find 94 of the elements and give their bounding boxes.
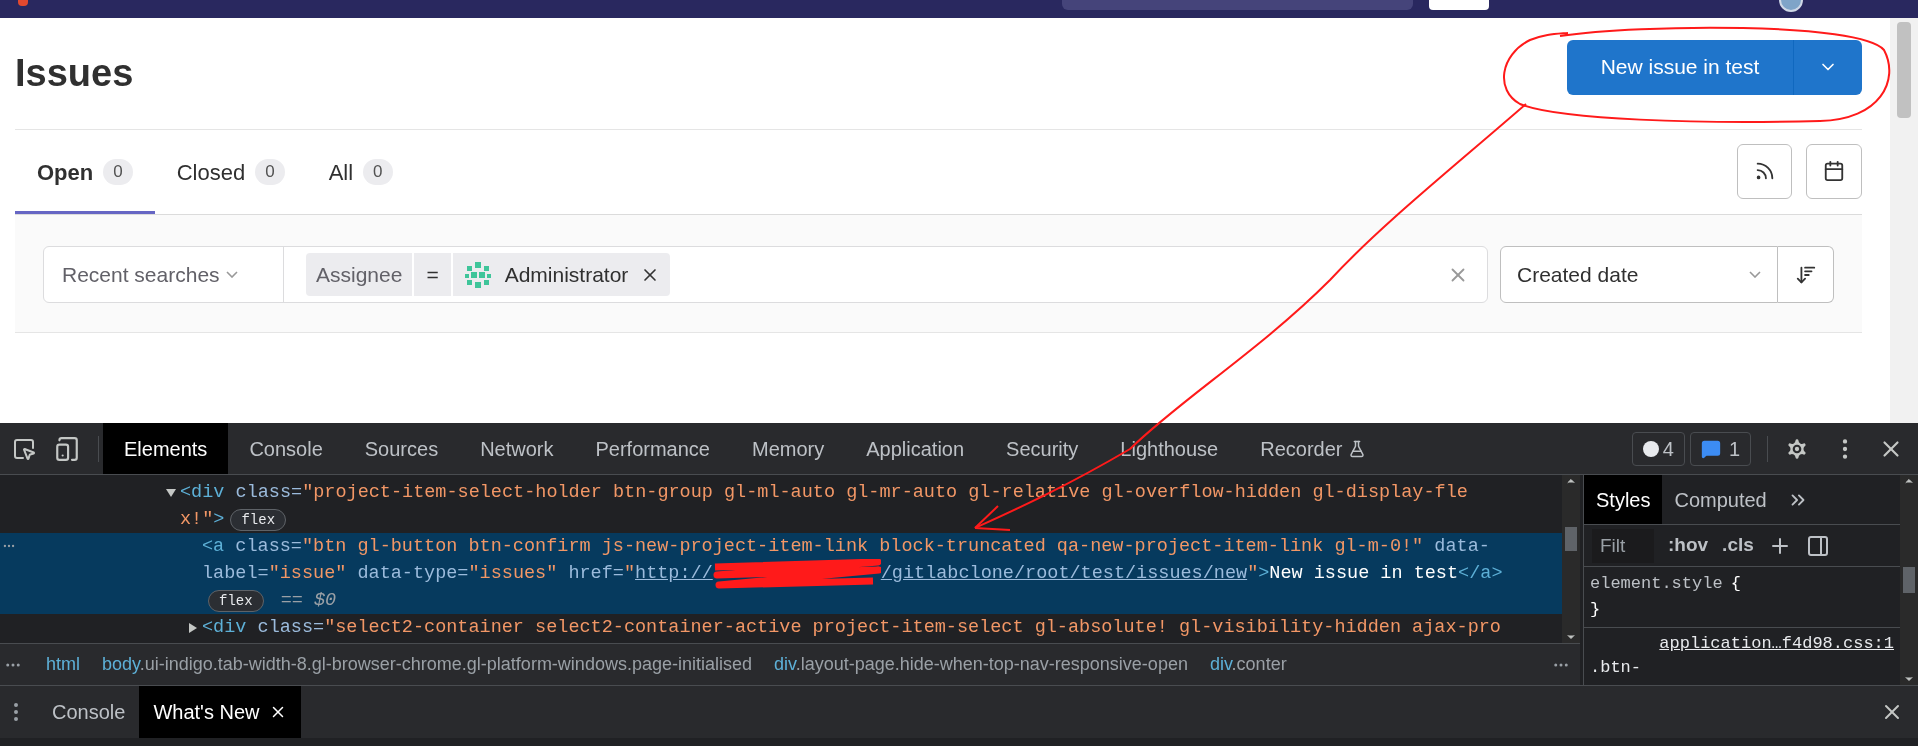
html-tag: <div xyxy=(202,613,247,642)
token-name[interactable]: Assignee xyxy=(306,253,413,296)
issues-tab[interactable]: Closed 0 xyxy=(154,130,307,214)
page-title: Issues xyxy=(15,51,134,96)
url-link[interactable]: http:// xyxy=(635,559,713,588)
devtools-tab[interactable]: Memory xyxy=(731,423,846,474)
attribute-value: "select2-container select2-container-active project-item-select gl-absolute! gl-visibility-hidden ajax-pro xyxy=(324,615,1501,640)
scrollbar-thumb[interactable] xyxy=(1565,527,1577,551)
rule-brace: } xyxy=(1590,599,1602,621)
styles-filter-field[interactable]: Filt xyxy=(1592,528,1654,563)
styles-tab[interactable]: Computed xyxy=(1662,475,1779,524)
html-tag: <div xyxy=(180,478,225,507)
calendar-button[interactable] xyxy=(1806,143,1862,199)
url-link[interactable]: /gitlabclone/root/test/issues/new xyxy=(880,559,1248,588)
caret-down-icon[interactable] xyxy=(165,486,177,499)
issues-counter[interactable]: 4 xyxy=(1631,431,1685,466)
attribute-value: " xyxy=(623,561,636,586)
scrollbar-thumb[interactable] xyxy=(1903,567,1915,593)
devtools-tab[interactable]: Security xyxy=(985,423,1100,474)
attribute-name: class= xyxy=(234,480,303,505)
html-tag: > xyxy=(1258,559,1270,588)
toggle-button[interactable]: :hov xyxy=(1668,531,1709,560)
attribute-value: "btn gl-button btn-confirm js-new-project-item-link block-truncated qa-new-project-item-link gl-m-0!" xyxy=(301,534,1424,559)
breadcrumb[interactable]: body.ui-indigo.tab-width-8.gl-browser-chrome.gl-platform-windows.page-initialised xyxy=(102,651,752,678)
chevron-down-icon xyxy=(225,271,238,278)
attribute-name: href= xyxy=(567,561,624,586)
flask-icon xyxy=(1348,439,1367,458)
recent-searches-dropdown[interactable]: Recent searches xyxy=(44,247,284,302)
attribute-name: data-type= xyxy=(356,561,469,586)
flex-badge[interactable]: flex xyxy=(230,508,287,531)
attribute-name: class= xyxy=(234,534,302,559)
devtools-tab[interactable]: Console xyxy=(228,423,344,474)
html-tag: > xyxy=(213,505,225,534)
message-icon xyxy=(1700,438,1721,459)
new-issue-dropdown-button[interactable] xyxy=(1793,39,1862,95)
avatar-icon xyxy=(462,259,493,290)
element-text: New issue in test xyxy=(1269,561,1459,586)
html-tag: <a xyxy=(202,532,225,561)
styles-tab[interactable]: Styles xyxy=(1584,475,1663,524)
tab-label: Open xyxy=(37,158,94,187)
stylesheet-link[interactable]: application…f4d98.css:1 xyxy=(1659,632,1894,656)
attribute-value: " xyxy=(1247,561,1259,586)
issues-tab[interactable]: All 0 xyxy=(306,130,415,214)
rule-brace: { xyxy=(1730,573,1741,595)
devtools-tab[interactable]: Network xyxy=(459,423,575,474)
devtools-tab[interactable]: Elements xyxy=(103,423,229,474)
code-scrollbar[interactable] xyxy=(1562,475,1580,643)
count-badge: 0 xyxy=(103,159,133,185)
nav-search-field[interactable] xyxy=(1062,0,1413,10)
inspect-icon[interactable] xyxy=(12,436,36,461)
scrollbar-thumb[interactable] xyxy=(1897,22,1911,118)
new-issue-button[interactable]: New issue in test xyxy=(1567,39,1793,95)
logo-icon[interactable] xyxy=(18,0,28,6)
caret-right-icon[interactable] xyxy=(187,621,199,634)
attribute-value: "issues" xyxy=(468,561,558,586)
breadcrumb[interactable]: html xyxy=(46,651,80,678)
devtools-tab[interactable]: Sources xyxy=(343,423,460,474)
token-operator[interactable]: = xyxy=(414,253,451,296)
rule-selector: .btn- xyxy=(1590,657,1642,679)
drawer-tab[interactable]: What's New xyxy=(139,686,302,738)
attribute-name: data- xyxy=(1433,534,1490,559)
device-toolbar-icon[interactable] xyxy=(54,435,80,462)
token-value[interactable]: Administrator xyxy=(452,253,671,296)
toggle-button[interactable]: .cls xyxy=(1722,531,1754,560)
devtools-tab[interactable]: Performance xyxy=(574,423,731,474)
attribute-name: label= xyxy=(202,561,269,586)
styles-scrollbar[interactable] xyxy=(1900,475,1918,685)
token-value-text: Administrator xyxy=(504,261,629,288)
count-badge: 0 xyxy=(255,159,285,185)
chevron-down-icon xyxy=(1749,271,1761,278)
rule-selector: element.style xyxy=(1590,573,1723,595)
attribute-value: "issue" xyxy=(268,561,347,586)
attribute-value: x!" xyxy=(180,507,214,532)
sidebar-toggle-icon[interactable] xyxy=(1805,533,1830,558)
breadcrumb[interactable]: div.conter xyxy=(1209,651,1287,678)
sort-dropdown[interactable]: Created date xyxy=(1500,246,1778,303)
page-scrollbar[interactable] xyxy=(1890,18,1918,423)
rss-button[interactable] xyxy=(1737,143,1792,199)
tab-label: Closed xyxy=(176,158,246,187)
selected-dom-node[interactable] xyxy=(0,533,1562,614)
calendar-icon xyxy=(1823,160,1845,182)
selected-marker: == $0 xyxy=(279,588,337,613)
drawer-tab[interactable]: Console xyxy=(38,686,140,738)
search-field[interactable]: Recent searches Assignee = Administrator xyxy=(43,246,1488,303)
flex-badge[interactable]: flex xyxy=(208,589,264,612)
attribute-name: class= xyxy=(256,615,325,640)
tab-label: All xyxy=(328,158,354,187)
devtools-tab[interactable]: Application xyxy=(845,423,986,474)
devtools-tab[interactable]: Recorder xyxy=(1239,423,1388,474)
breadcrumb[interactable]: div.layout-page.hide-when-top-nav-responsive-open xyxy=(774,651,1188,678)
count-badge: 0 xyxy=(363,159,393,185)
sort-direction-button[interactable] xyxy=(1778,246,1834,303)
messages-counter[interactable]: 1 xyxy=(1689,431,1751,466)
html-tag: </a> xyxy=(1458,559,1503,588)
